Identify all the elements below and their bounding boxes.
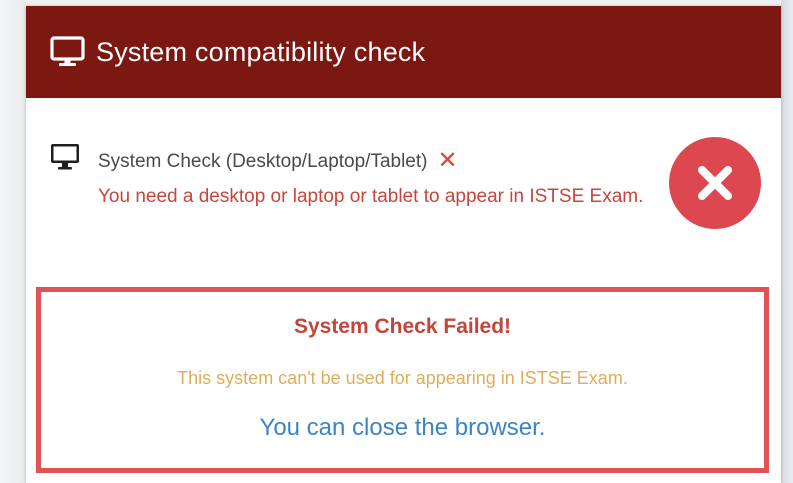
system-check-row: System Check (Desktop/Laptop/Tablet) ✕ Yo… (26, 98, 781, 278)
compatibility-panel: System compatibility check System Check … (26, 6, 781, 483)
page-background-right (781, 0, 793, 483)
system-check-error: You need a desktop or laptop or tablet t… (98, 186, 644, 207)
check-failed-mark: ✕ (437, 147, 458, 174)
close-circle-icon (669, 137, 761, 229)
system-check-label: System Check (Desktop/Laptop/Tablet) ✕ (98, 146, 458, 175)
page-background-left (0, 0, 26, 483)
result-message: This system can't be used for appearing … (177, 368, 628, 388)
panel-title: System compatibility check (96, 36, 426, 67)
result-title: System Check Failed! (293, 315, 512, 338)
monitor-icon (50, 142, 80, 172)
monitor-icon (50, 36, 86, 68)
close-browser-message: You can close the browser. (259, 414, 546, 441)
panel-header: System compatibility check (26, 6, 781, 98)
system-check-text: System Check (Desktop/Laptop/Tablet) (98, 151, 428, 172)
check-result-box: System Check Failed! This system can't b… (36, 287, 769, 473)
